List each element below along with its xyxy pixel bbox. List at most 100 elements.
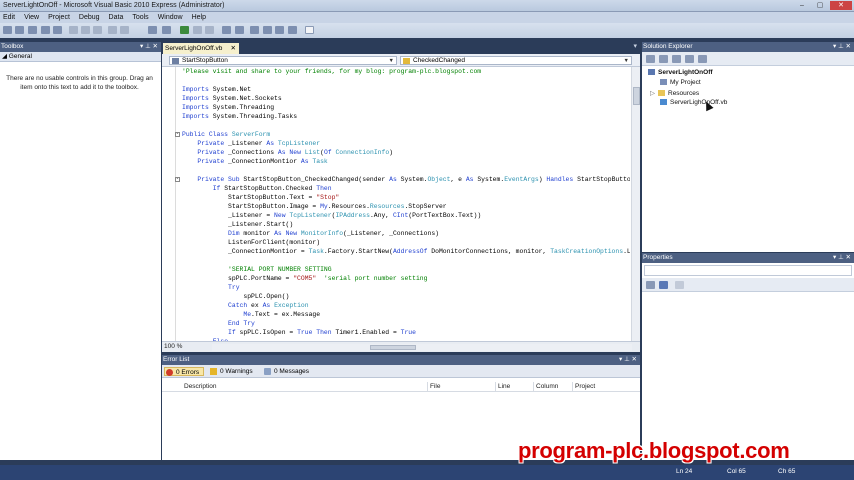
collapse-class-icon[interactable]: -: [175, 132, 180, 137]
categorized-icon[interactable]: [646, 281, 655, 289]
menu-tools[interactable]: Tools: [132, 12, 148, 23]
column-project[interactable]: Project: [575, 383, 595, 390]
properties-object-combo[interactable]: [644, 265, 852, 276]
warnings-filter-button[interactable]: 0 Warnings: [209, 367, 259, 376]
show-all-files-icon[interactable]: [659, 55, 668, 63]
code-line[interactable]: If StartStopButton.Checked Then: [182, 184, 630, 193]
code-line[interactable]: Imports System.Net.Sockets: [182, 94, 630, 103]
messages-filter-button[interactable]: 0 Messages: [263, 367, 315, 376]
errors-filter-button[interactable]: 0 Errors: [164, 367, 204, 376]
property-pages-icon[interactable]: [675, 281, 684, 289]
code-line[interactable]: Imports System.Threading: [182, 103, 630, 112]
code-line[interactable]: ListenForClient(monitor): [182, 238, 630, 247]
properties-icon[interactable]: [646, 55, 655, 63]
view-code-icon[interactable]: [685, 55, 694, 63]
tree-item-my-project[interactable]: My Project: [660, 79, 701, 86]
tab-dropdown-icon[interactable]: ▾: [633, 42, 637, 50]
menu-debug[interactable]: Debug: [79, 12, 100, 23]
scroll-thumb[interactable]: [633, 87, 640, 105]
error-list-pane-controls[interactable]: ▾ ⊥ ✕: [619, 355, 637, 365]
cut-icon[interactable]: [69, 26, 78, 34]
menu-help[interactable]: Help: [192, 12, 206, 23]
code-line[interactable]: Private _Connections As New List(Of Conn…: [182, 148, 630, 157]
code-line[interactable]: [182, 166, 630, 175]
toolbar-options-icon[interactable]: [305, 26, 314, 34]
tree-item-project[interactable]: ServerLightOnOff: [648, 69, 713, 76]
scroll-thumb[interactable]: [370, 345, 416, 350]
editor-vertical-scrollbar[interactable]: [631, 67, 640, 341]
stop-icon[interactable]: [205, 26, 214, 34]
code-line[interactable]: Private Sub StartStopButton_CheckedChang…: [182, 175, 630, 184]
code-line[interactable]: [182, 256, 630, 265]
code-line[interactable]: spPLC.PortName = "COM5" 'serial port num…: [182, 274, 630, 283]
step-into-icon[interactable]: [222, 26, 231, 34]
properties-pane-controls[interactable]: ▾ ⊥ ✕: [833, 253, 851, 263]
column-description[interactable]: Description: [184, 383, 217, 390]
add-item-icon[interactable]: [15, 26, 24, 34]
menu-project[interactable]: Project: [48, 12, 70, 23]
editor-horizontal-scrollbar[interactable]: [212, 344, 632, 351]
comment-icon[interactable]: [108, 26, 117, 34]
new-project-icon[interactable]: [3, 26, 12, 34]
code-line[interactable]: If spPLC.IsOpen = True Then Timer1.Enabl…: [182, 328, 630, 337]
tree-item-vb-file[interactable]: ServerLighOnOff.vb: [660, 99, 727, 106]
refresh-icon[interactable]: [672, 55, 681, 63]
toolbox-group-general[interactable]: ◢ General: [0, 52, 161, 62]
code-line[interactable]: _Listener = New TcpListener(IPAddress.An…: [182, 211, 630, 220]
properties-icon[interactable]: [275, 26, 284, 34]
solution-explorer-pane-controls[interactable]: ▾ ⊥ ✕: [833, 42, 851, 52]
copy-icon[interactable]: [81, 26, 90, 34]
column-line[interactable]: Line: [498, 383, 510, 390]
collapse-sub-icon[interactable]: -: [175, 177, 180, 182]
find-icon[interactable]: [250, 26, 259, 34]
code-line[interactable]: Imports System.Threading.Tasks: [182, 112, 630, 121]
code-line[interactable]: Private _ConnectionMontior As Task: [182, 157, 630, 166]
toolbox-icon[interactable]: [288, 26, 297, 34]
code-line[interactable]: Imports System.Net: [182, 85, 630, 94]
code-text[interactable]: 'Please visit and share to your friends,…: [182, 67, 630, 341]
menu-window[interactable]: Window: [158, 12, 183, 23]
code-line[interactable]: 'SERIAL PORT NUMBER SETTING: [182, 265, 630, 274]
code-editor[interactable]: - - 'Please visit and share to your frie…: [162, 67, 640, 341]
code-line[interactable]: End Try: [182, 319, 630, 328]
tree-item-resources[interactable]: ▷ Resources: [650, 89, 699, 97]
code-line[interactable]: Me.Text = ex.Message: [182, 310, 630, 319]
uncomment-icon[interactable]: [120, 26, 129, 34]
code-line[interactable]: Public Class ServerForm: [182, 130, 630, 139]
paste-icon[interactable]: [93, 26, 102, 34]
menu-data[interactable]: Data: [109, 12, 124, 23]
code-line[interactable]: spPLC.Open(): [182, 292, 630, 301]
tab-serverlightonoff-vb[interactable]: ServerLighOnOff.vb ✕: [163, 43, 239, 54]
save-icon[interactable]: [41, 26, 50, 34]
view-designer-icon[interactable]: [698, 55, 707, 63]
save-all-icon[interactable]: [53, 26, 62, 34]
maximize-button[interactable]: ▢: [812, 1, 828, 10]
code-line[interactable]: _Listener.Start(): [182, 220, 630, 229]
pause-icon[interactable]: [193, 26, 202, 34]
code-line[interactable]: [182, 76, 630, 85]
close-tab-icon[interactable]: ✕: [231, 43, 236, 54]
code-line[interactable]: Private _Listener As TcpListener: [182, 139, 630, 148]
menu-edit[interactable]: Edit: [3, 12, 15, 23]
redo-icon[interactable]: [162, 26, 171, 34]
close-button[interactable]: ✕: [830, 1, 852, 10]
event-combo[interactable]: CheckedChanged ▼: [400, 56, 632, 65]
expand-icon[interactable]: ▷: [650, 89, 658, 97]
column-file[interactable]: File: [430, 383, 440, 390]
code-line[interactable]: StartStopButton.Text = "Stop": [182, 193, 630, 202]
step-over-icon[interactable]: [235, 26, 244, 34]
column-column[interactable]: Column: [536, 383, 558, 390]
toolbox-pane-controls[interactable]: ▾ ⊥ ✕: [140, 42, 158, 52]
code-line[interactable]: Try: [182, 283, 630, 292]
menu-view[interactable]: View: [24, 12, 39, 23]
code-line[interactable]: _ConnectionMontior = Task.Factory.StartN…: [182, 247, 630, 256]
object-combo[interactable]: StartStopButton ▼: [169, 56, 397, 65]
undo-icon[interactable]: [148, 26, 157, 34]
code-line[interactable]: StartStopButton.Image = My.Resources.Res…: [182, 202, 630, 211]
code-line[interactable]: [182, 121, 630, 130]
minimize-button[interactable]: –: [794, 1, 810, 10]
open-file-icon[interactable]: [28, 26, 37, 34]
zoom-level[interactable]: 100 %: [164, 343, 182, 350]
code-line[interactable]: Catch ex As Exception: [182, 301, 630, 310]
solution-explorer-icon[interactable]: [263, 26, 272, 34]
